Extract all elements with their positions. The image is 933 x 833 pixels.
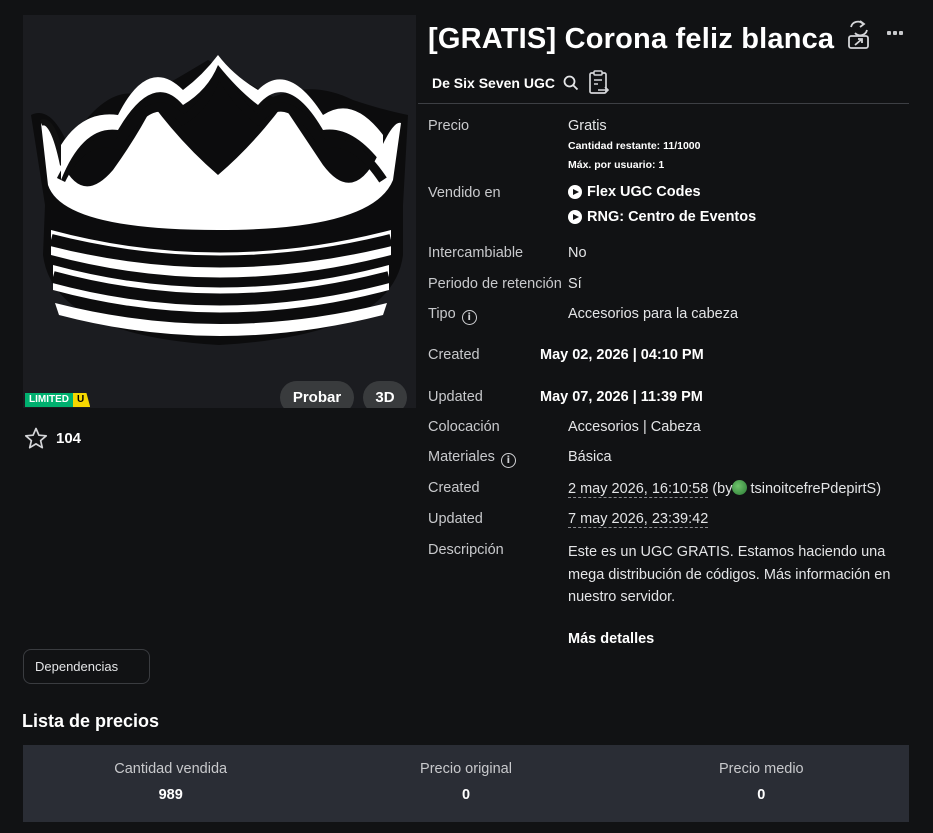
created2-by-user[interactable]: tsinoitcefrePdepirtS xyxy=(750,481,876,497)
price-column: Cantidad vendida 989 xyxy=(23,745,318,822)
play-icon xyxy=(568,210,582,224)
updated2-date: 7 may 2026, 23:39:42 xyxy=(568,511,709,528)
price-column-value: 989 xyxy=(158,787,183,803)
try-on-button[interactable]: Probar xyxy=(280,381,354,408)
avatar xyxy=(732,480,748,495)
crown-image xyxy=(31,55,408,345)
holding-label: Periodo de retención xyxy=(428,276,562,292)
more-details-link[interactable]: Más detalles xyxy=(568,631,654,647)
sold-in-game-link[interactable]: Flex UGC Codes xyxy=(568,184,701,200)
price-column-header: Precio medio xyxy=(719,761,804,777)
description-label: Descripción xyxy=(428,542,504,558)
creator-row: De Six Seven UGC xyxy=(432,70,611,96)
creator-link[interactable]: De Six Seven UGC xyxy=(432,75,555,91)
sold-in-game-name: RNG: Centro de Eventos xyxy=(587,209,757,225)
sold-in-game-link[interactable]: RNG: Centro de Eventos xyxy=(568,209,756,225)
created2-label: Created xyxy=(428,480,480,496)
more-icon[interactable] xyxy=(887,31,903,35)
price-column-header: Cantidad vendida xyxy=(114,761,228,777)
search-icon[interactable] xyxy=(563,75,579,91)
materials-value: Básica xyxy=(568,449,612,465)
clipboard-icon[interactable] xyxy=(587,70,611,96)
created2-date: 2 may 2026, 16:10:58 xyxy=(568,481,709,498)
created-value: May 02, 2026 | 04:10 PM xyxy=(540,347,704,363)
view-3d-button[interactable]: 3D xyxy=(363,381,407,408)
updated-label: Updated xyxy=(428,389,483,405)
tradable-label: Intercambiable xyxy=(428,245,524,261)
created2-row: 2 may 2026, 16:10:58 (by tsinoitcefrePdep… xyxy=(568,480,882,498)
max-per-user: Máx. por usuario: 1 xyxy=(568,159,665,171)
created-label: Created xyxy=(428,347,480,363)
tradable-value: No xyxy=(568,245,587,261)
sold-in-game-name: Flex UGC Codes xyxy=(587,184,701,200)
limited-label: LIMITED xyxy=(25,393,73,407)
favorite-count: 104 xyxy=(56,430,82,447)
placement-label: Colocación xyxy=(428,419,500,435)
info-icon[interactable]: i xyxy=(500,453,516,468)
price-list-title: Lista de precios xyxy=(22,711,160,731)
type-value: Accesorios para la cabeza xyxy=(568,306,739,322)
created2-by-suffix: ) xyxy=(876,481,882,497)
type-label-row: Tipo i xyxy=(428,306,477,325)
price-column-value: 0 xyxy=(461,787,471,803)
price-column: Precio original 0 xyxy=(318,745,613,822)
info-icon[interactable]: i xyxy=(461,310,477,325)
item-thumbnail: Probar 3D xyxy=(23,15,416,408)
price-table: Cantidad vendida 989 Precio original 0 P… xyxy=(23,745,909,822)
limited-badge: LIMITED U xyxy=(25,393,91,407)
share-icon[interactable] xyxy=(846,19,872,54)
updated-value: May 07, 2026 | 11:39 PM xyxy=(540,389,703,405)
item-title: [GRATIS] Corona feliz blanca xyxy=(428,23,835,55)
price-label: Precio xyxy=(428,118,470,134)
placement-value: Accesorios | Cabeza xyxy=(568,419,701,435)
updated2-label: Updated xyxy=(428,511,483,527)
header-divider xyxy=(418,103,909,104)
materials-label: Materiales xyxy=(428,449,495,465)
price-value: Gratis xyxy=(568,118,607,134)
type-label: Tipo xyxy=(428,306,456,322)
materials-label-row: Materiales i xyxy=(428,449,516,468)
price-column-value: 0 xyxy=(757,787,766,803)
description-text: Este es un UGC GRATIS. Estamos haciendo … xyxy=(568,544,891,605)
dependencies-button[interactable]: Dependencias xyxy=(23,649,150,684)
updated2-row: 7 may 2026, 23:39:42 xyxy=(568,511,709,528)
limited-u-label: U xyxy=(73,393,91,407)
favorite-button[interactable]: 104 xyxy=(24,427,81,450)
sold-in-label: Vendido en xyxy=(428,185,501,201)
play-icon xyxy=(568,185,582,199)
star-icon xyxy=(24,427,48,449)
holding-value: Sí xyxy=(568,276,582,292)
price-column-header: Precio original xyxy=(420,761,512,777)
quantity-left: Cantidad restante: 11/1000 xyxy=(568,140,701,152)
price-column: Precio medio 0 xyxy=(614,745,909,822)
created2-by-prefix: (by xyxy=(712,481,733,497)
